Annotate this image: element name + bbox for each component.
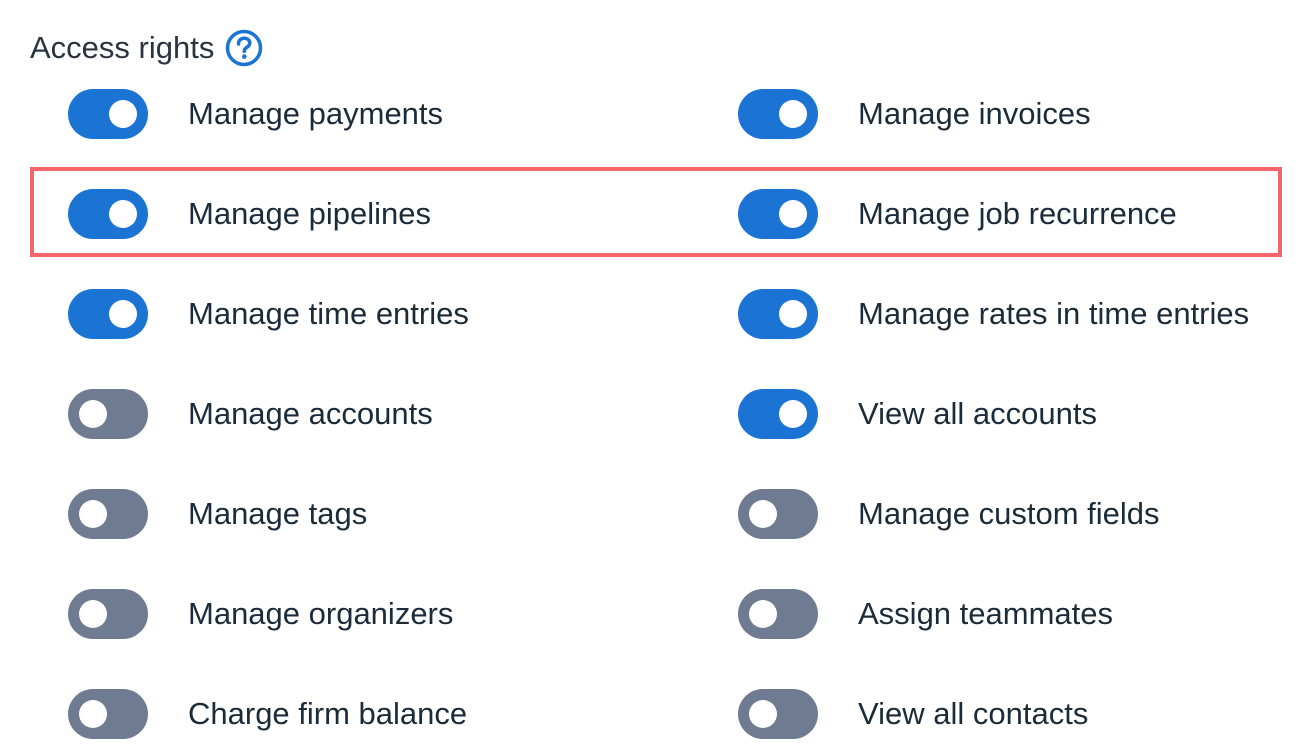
permission-assign-teammates[interactable]: Assign teammates <box>738 584 1113 644</box>
toggle-switch[interactable] <box>738 389 818 439</box>
toggle-knob <box>779 400 807 428</box>
permission-label: Manage payments <box>188 96 444 131</box>
permission-charge-firm-balance[interactable]: Charge firm balance <box>68 684 467 744</box>
toggle-switch[interactable] <box>68 389 148 439</box>
permission-label: Assign teammates <box>858 596 1113 631</box>
toggle-knob <box>779 200 807 228</box>
permission-manage-payments[interactable]: Manage payments <box>68 84 443 144</box>
permission-manage-accounts[interactable]: Manage accounts <box>68 384 433 444</box>
toggle-knob <box>79 600 107 628</box>
permission-label: View all accounts <box>858 396 1097 431</box>
permission-manage-rates-in-time-entries[interactable]: Manage rates in time entries <box>738 284 1249 344</box>
permission-label: Manage tags <box>188 496 368 531</box>
permission-view-all-contacts[interactable]: View all contacts <box>738 684 1088 744</box>
toggle-knob <box>109 200 137 228</box>
permission-manage-time-entries[interactable]: Manage time entries <box>68 284 469 344</box>
permission-manage-pipelines[interactable]: Manage pipelines <box>68 184 431 244</box>
toggle-knob <box>79 400 107 428</box>
access-rights-header: Access rights <box>30 26 264 70</box>
permission-view-all-accounts[interactable]: View all accounts <box>738 384 1097 444</box>
toggle-switch[interactable] <box>738 689 818 739</box>
toggle-switch[interactable] <box>68 289 148 339</box>
toggle-knob <box>749 500 777 528</box>
permission-label: Manage accounts <box>188 396 433 431</box>
permission-manage-custom-fields[interactable]: Manage custom fields <box>738 484 1160 544</box>
toggle-switch[interactable] <box>68 89 148 139</box>
toggle-knob <box>749 600 777 628</box>
toggle-switch[interactable] <box>738 89 818 139</box>
toggle-knob <box>749 700 777 728</box>
toggle-knob <box>79 500 107 528</box>
toggle-knob <box>109 100 137 128</box>
permission-label: Manage job recurrence <box>858 196 1177 231</box>
toggle-switch[interactable] <box>68 589 148 639</box>
permission-label: Manage invoices <box>858 96 1091 131</box>
permission-label: Manage custom fields <box>858 496 1160 531</box>
toggle-switch[interactable] <box>738 189 818 239</box>
toggle-knob <box>109 300 137 328</box>
permission-label: Charge firm balance <box>188 696 468 731</box>
toggle-switch[interactable] <box>68 189 148 239</box>
toggle-knob <box>79 700 107 728</box>
toggle-knob <box>779 100 807 128</box>
permission-manage-organizers[interactable]: Manage organizers <box>68 584 453 644</box>
section-title: Access rights <box>30 30 215 65</box>
permission-manage-job-recurrence[interactable]: Manage job recurrence <box>738 184 1177 244</box>
permission-label: View all contacts <box>858 696 1089 731</box>
toggle-switch[interactable] <box>738 289 818 339</box>
toggle-switch[interactable] <box>68 689 148 739</box>
permission-manage-tags[interactable]: Manage tags <box>68 484 367 544</box>
permission-label: Manage time entries <box>188 296 469 331</box>
permission-manage-invoices[interactable]: Manage invoices <box>738 84 1091 144</box>
permission-label: Manage rates in time entries <box>858 296 1250 331</box>
toggle-switch[interactable] <box>738 589 818 639</box>
permission-label: Manage organizers <box>188 596 454 631</box>
toggle-switch[interactable] <box>68 489 148 539</box>
toggle-switch[interactable] <box>738 489 818 539</box>
question-circle-icon[interactable] <box>224 28 264 68</box>
permission-label: Manage pipelines <box>188 196 432 231</box>
toggle-knob <box>779 300 807 328</box>
